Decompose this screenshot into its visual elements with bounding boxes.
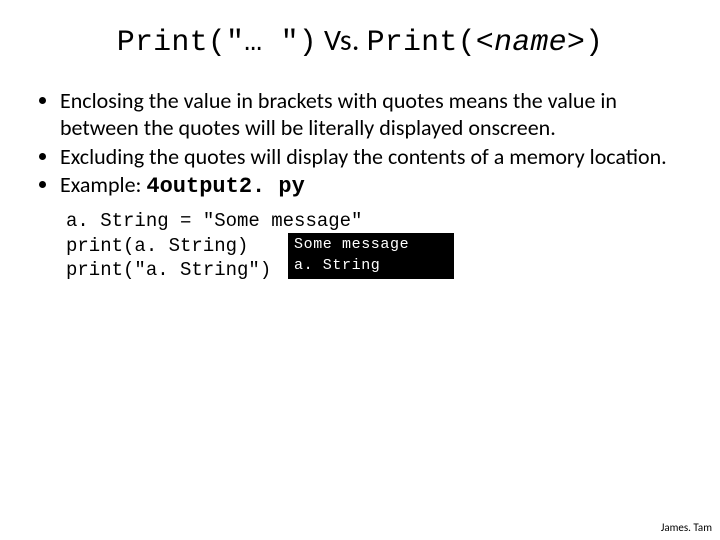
title-right: >) (567, 26, 603, 60)
code-line: a. String = "Some message" (66, 210, 362, 232)
title-left: Print("… ") (117, 26, 317, 60)
title-name: name (494, 26, 567, 60)
title-vs: Vs. (317, 22, 367, 59)
slide-title: Print("… ") Vs. Print(<name>) (0, 0, 720, 60)
slide: Print("… ") Vs. Print(<name>) Enclosing … (0, 0, 720, 540)
code-area: a. String = "Some message" print(a. Stri… (66, 209, 720, 282)
bullet-item: Enclosing the value in brackets with quo… (60, 88, 684, 142)
bullet-list: Enclosing the value in brackets with quo… (36, 88, 684, 201)
footer-author: James. Tam (661, 521, 712, 534)
terminal-line: Some message (294, 235, 448, 255)
code-line: print(a. String) (66, 235, 248, 257)
bullet-text: Enclosing the value in brackets with quo… (60, 87, 617, 141)
bullet-item: Example: 4output2. py (60, 172, 684, 201)
terminal-output: Some message a. String (288, 233, 454, 279)
bullet-text: Excluding the quotes will display the co… (60, 143, 667, 170)
code-line: print("a. String") (66, 259, 271, 281)
bullet-prefix: Example: (60, 171, 146, 198)
bullet-item: Excluding the quotes will display the co… (60, 144, 684, 171)
terminal-line: a. String (294, 256, 448, 276)
title-mid: Print(< (367, 26, 494, 60)
example-filename: 4output2. py (146, 174, 304, 199)
